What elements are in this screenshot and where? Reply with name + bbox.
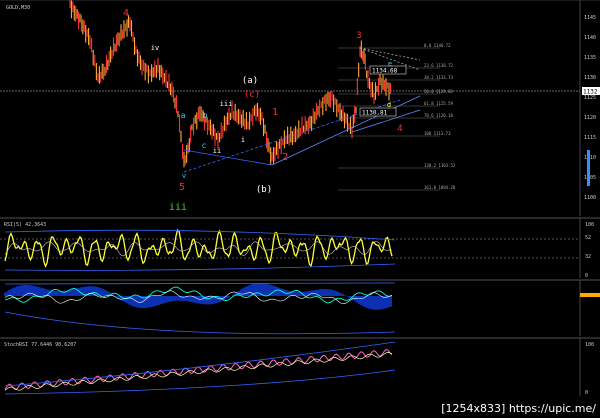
fib-label: 161.8 1094.28 bbox=[424, 185, 456, 190]
histogram-panel[interactable] bbox=[0, 279, 600, 336]
wave-label: 1 bbox=[272, 107, 278, 118]
last-price-tag: 1132 bbox=[582, 87, 600, 96]
price-axis-tick: 1130 bbox=[584, 75, 596, 81]
wave-label: iii bbox=[220, 100, 233, 108]
wave-label: (a) bbox=[242, 76, 258, 86]
watermark: [1254x833] https://upic.me/ bbox=[437, 400, 600, 418]
wave-label: (b) bbox=[256, 185, 272, 195]
histogram-level-marker bbox=[580, 293, 600, 297]
stochrsi-title: StochRSI 77.6446 90.6207 bbox=[4, 342, 76, 348]
wave-label: 4 bbox=[397, 124, 402, 134]
wave-label: ii bbox=[213, 147, 221, 155]
price-tag-2: 1130.81 bbox=[359, 107, 397, 117]
wave-label: i bbox=[241, 136, 245, 144]
svg-text:1130.81: 1130.81 bbox=[362, 110, 388, 117]
fib-label: 23.6 1138.72 bbox=[424, 63, 453, 68]
main-chart-title: GOLD,M30 bbox=[6, 5, 30, 11]
wave-label: 4 bbox=[123, 8, 129, 19]
main-price-panel[interactable]: GOLD,M30 0.0 1146.72 23.6 1138.72 38.2 113… bbox=[0, 0, 600, 216]
svg-text:1132: 1132 bbox=[583, 89, 598, 96]
fib-label: 50.0 1129.83 bbox=[424, 89, 453, 94]
wave-label: 2 bbox=[282, 152, 288, 163]
stoch-tick-0: 0 bbox=[585, 390, 588, 396]
stochrsi-panel[interactable]: StochRSI 77.6446 90.6207 100 0 bbox=[0, 337, 600, 396]
wave-label: 3 bbox=[356, 31, 361, 41]
price-axis-tick: 1115 bbox=[584, 135, 596, 141]
price-axis-tick: 1110 bbox=[584, 155, 596, 161]
price-tag-1: 1134.68 bbox=[369, 65, 407, 75]
price-axis-tick: 1140 bbox=[584, 35, 596, 41]
svg-text:1134.68: 1134.68 bbox=[372, 68, 398, 75]
fib-label: 0.0 1146.72 bbox=[424, 43, 451, 48]
rsi-panel[interactable]: RSI(5) 42.3643 100 52 32 0 bbox=[0, 217, 600, 279]
rsi-tick-100: 100 bbox=[585, 222, 594, 228]
wave-label: iii bbox=[169, 202, 187, 213]
wave-label: (c) bbox=[244, 90, 260, 100]
fib-label: 61.8 1125.59 bbox=[424, 101, 453, 106]
rsi-tick-52: 52 bbox=[585, 235, 591, 241]
wave-label: 5 bbox=[179, 182, 185, 193]
price-axis-tick: 1105 bbox=[584, 175, 596, 181]
wave-label: c bbox=[202, 141, 207, 150]
price-axis-tick: 1100 bbox=[584, 195, 596, 201]
wave-label: a bbox=[181, 111, 186, 120]
price-axis-tick: 1145 bbox=[584, 15, 596, 21]
wave-label: v bbox=[182, 172, 186, 180]
rsi-title: RSI(5) 42.3643 bbox=[4, 222, 46, 228]
fib-label: 38.2 1133.73 bbox=[424, 75, 453, 80]
rsi-tick-0: 0 bbox=[585, 273, 588, 279]
fib-label: 100 1113.73 bbox=[424, 131, 451, 136]
wave-label: iv bbox=[151, 44, 159, 52]
trading-chart[interactable]: GOLD,M30 0.0 1146.72 23.6 1138.72 38.2 113… bbox=[0, 0, 600, 418]
wave-label: b bbox=[203, 111, 208, 120]
price-axis-tick: 1125 bbox=[584, 95, 596, 101]
scroll-marker[interactable] bbox=[587, 150, 590, 186]
stoch-tick-100: 100 bbox=[585, 342, 594, 348]
fib-label: 78.6 1120.18 bbox=[424, 113, 453, 118]
price-axis-tick: 1120 bbox=[584, 115, 596, 121]
fib-label: 138.2 1103.52 bbox=[424, 163, 456, 168]
price-axis-tick: 1135 bbox=[584, 55, 596, 61]
rsi-tick-32: 32 bbox=[585, 254, 591, 260]
